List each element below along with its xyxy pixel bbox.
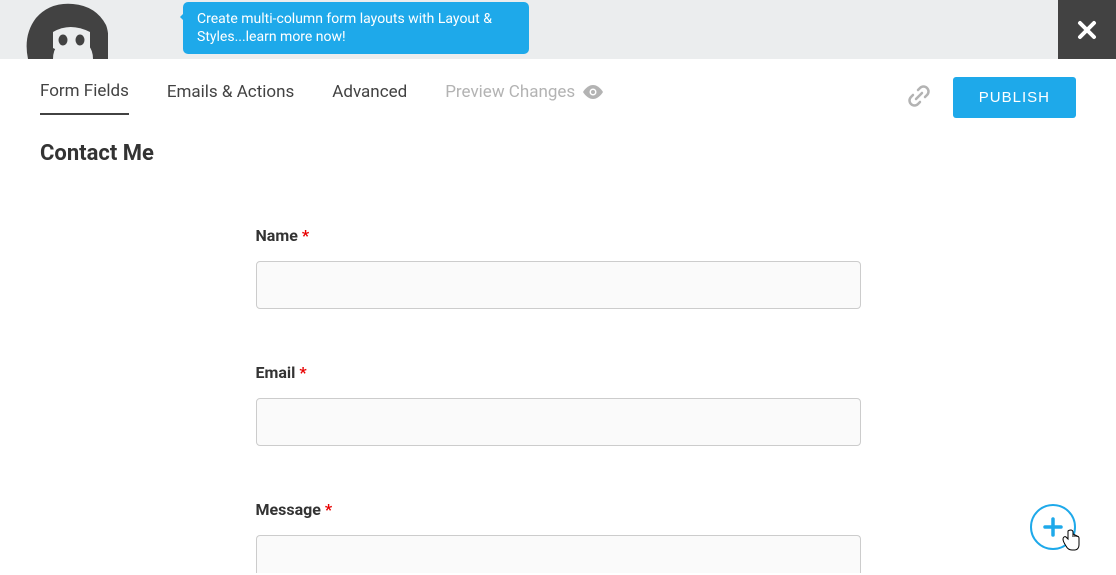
field-email[interactable]: Email * (256, 363, 861, 446)
message-input[interactable] (256, 535, 861, 573)
ninja-logo (18, 0, 108, 59)
required-mark: * (325, 500, 332, 519)
close-icon (1077, 20, 1097, 40)
required-mark: * (302, 226, 309, 245)
tab-label: Form Fields (40, 81, 129, 101)
required-mark: * (299, 363, 306, 382)
right-actions: PUBLISH (907, 77, 1076, 118)
field-label-text: Name (256, 226, 298, 245)
name-input[interactable] (256, 261, 861, 309)
tab-label: Preview Changes (445, 82, 575, 102)
tooltip-text: Create multi-column form layouts with La… (197, 11, 492, 45)
link-icon (907, 84, 931, 108)
close-button[interactable] (1058, 0, 1116, 59)
field-label: Message * (256, 500, 861, 519)
email-input[interactable] (256, 398, 861, 446)
add-field-button[interactable] (1030, 504, 1076, 550)
form-preview: Name * Email * Message * (256, 226, 861, 573)
tab-form-fields[interactable]: Form Fields (40, 81, 129, 115)
plus-icon (1043, 517, 1063, 537)
tab-label: Advanced (332, 82, 407, 102)
publish-button[interactable]: PUBLISH (953, 77, 1076, 118)
tab-preview-changes[interactable]: Preview Changes (445, 82, 603, 114)
tab-label: Emails & Actions (167, 82, 294, 102)
tab-emails-actions[interactable]: Emails & Actions (167, 82, 294, 114)
permalink-button[interactable] (907, 84, 931, 112)
promo-tooltip[interactable]: Create multi-column form layouts with La… (183, 2, 529, 54)
top-bar: Create multi-column form layouts with La… (0, 0, 1116, 59)
eye-icon (583, 85, 603, 99)
tab-advanced[interactable]: Advanced (332, 82, 407, 114)
nav-tabs: Form Fields Emails & Actions Advanced Pr… (40, 81, 603, 115)
field-label: Email * (256, 363, 861, 382)
field-label-text: Email (256, 363, 296, 382)
field-label: Name * (256, 226, 861, 245)
form-title: Contact Me (40, 141, 1116, 166)
publish-label: PUBLISH (979, 89, 1050, 106)
field-message[interactable]: Message * (256, 500, 861, 573)
nav-row: Form Fields Emails & Actions Advanced Pr… (0, 59, 1116, 115)
field-label-text: Message (256, 500, 321, 519)
field-name[interactable]: Name * (256, 226, 861, 309)
